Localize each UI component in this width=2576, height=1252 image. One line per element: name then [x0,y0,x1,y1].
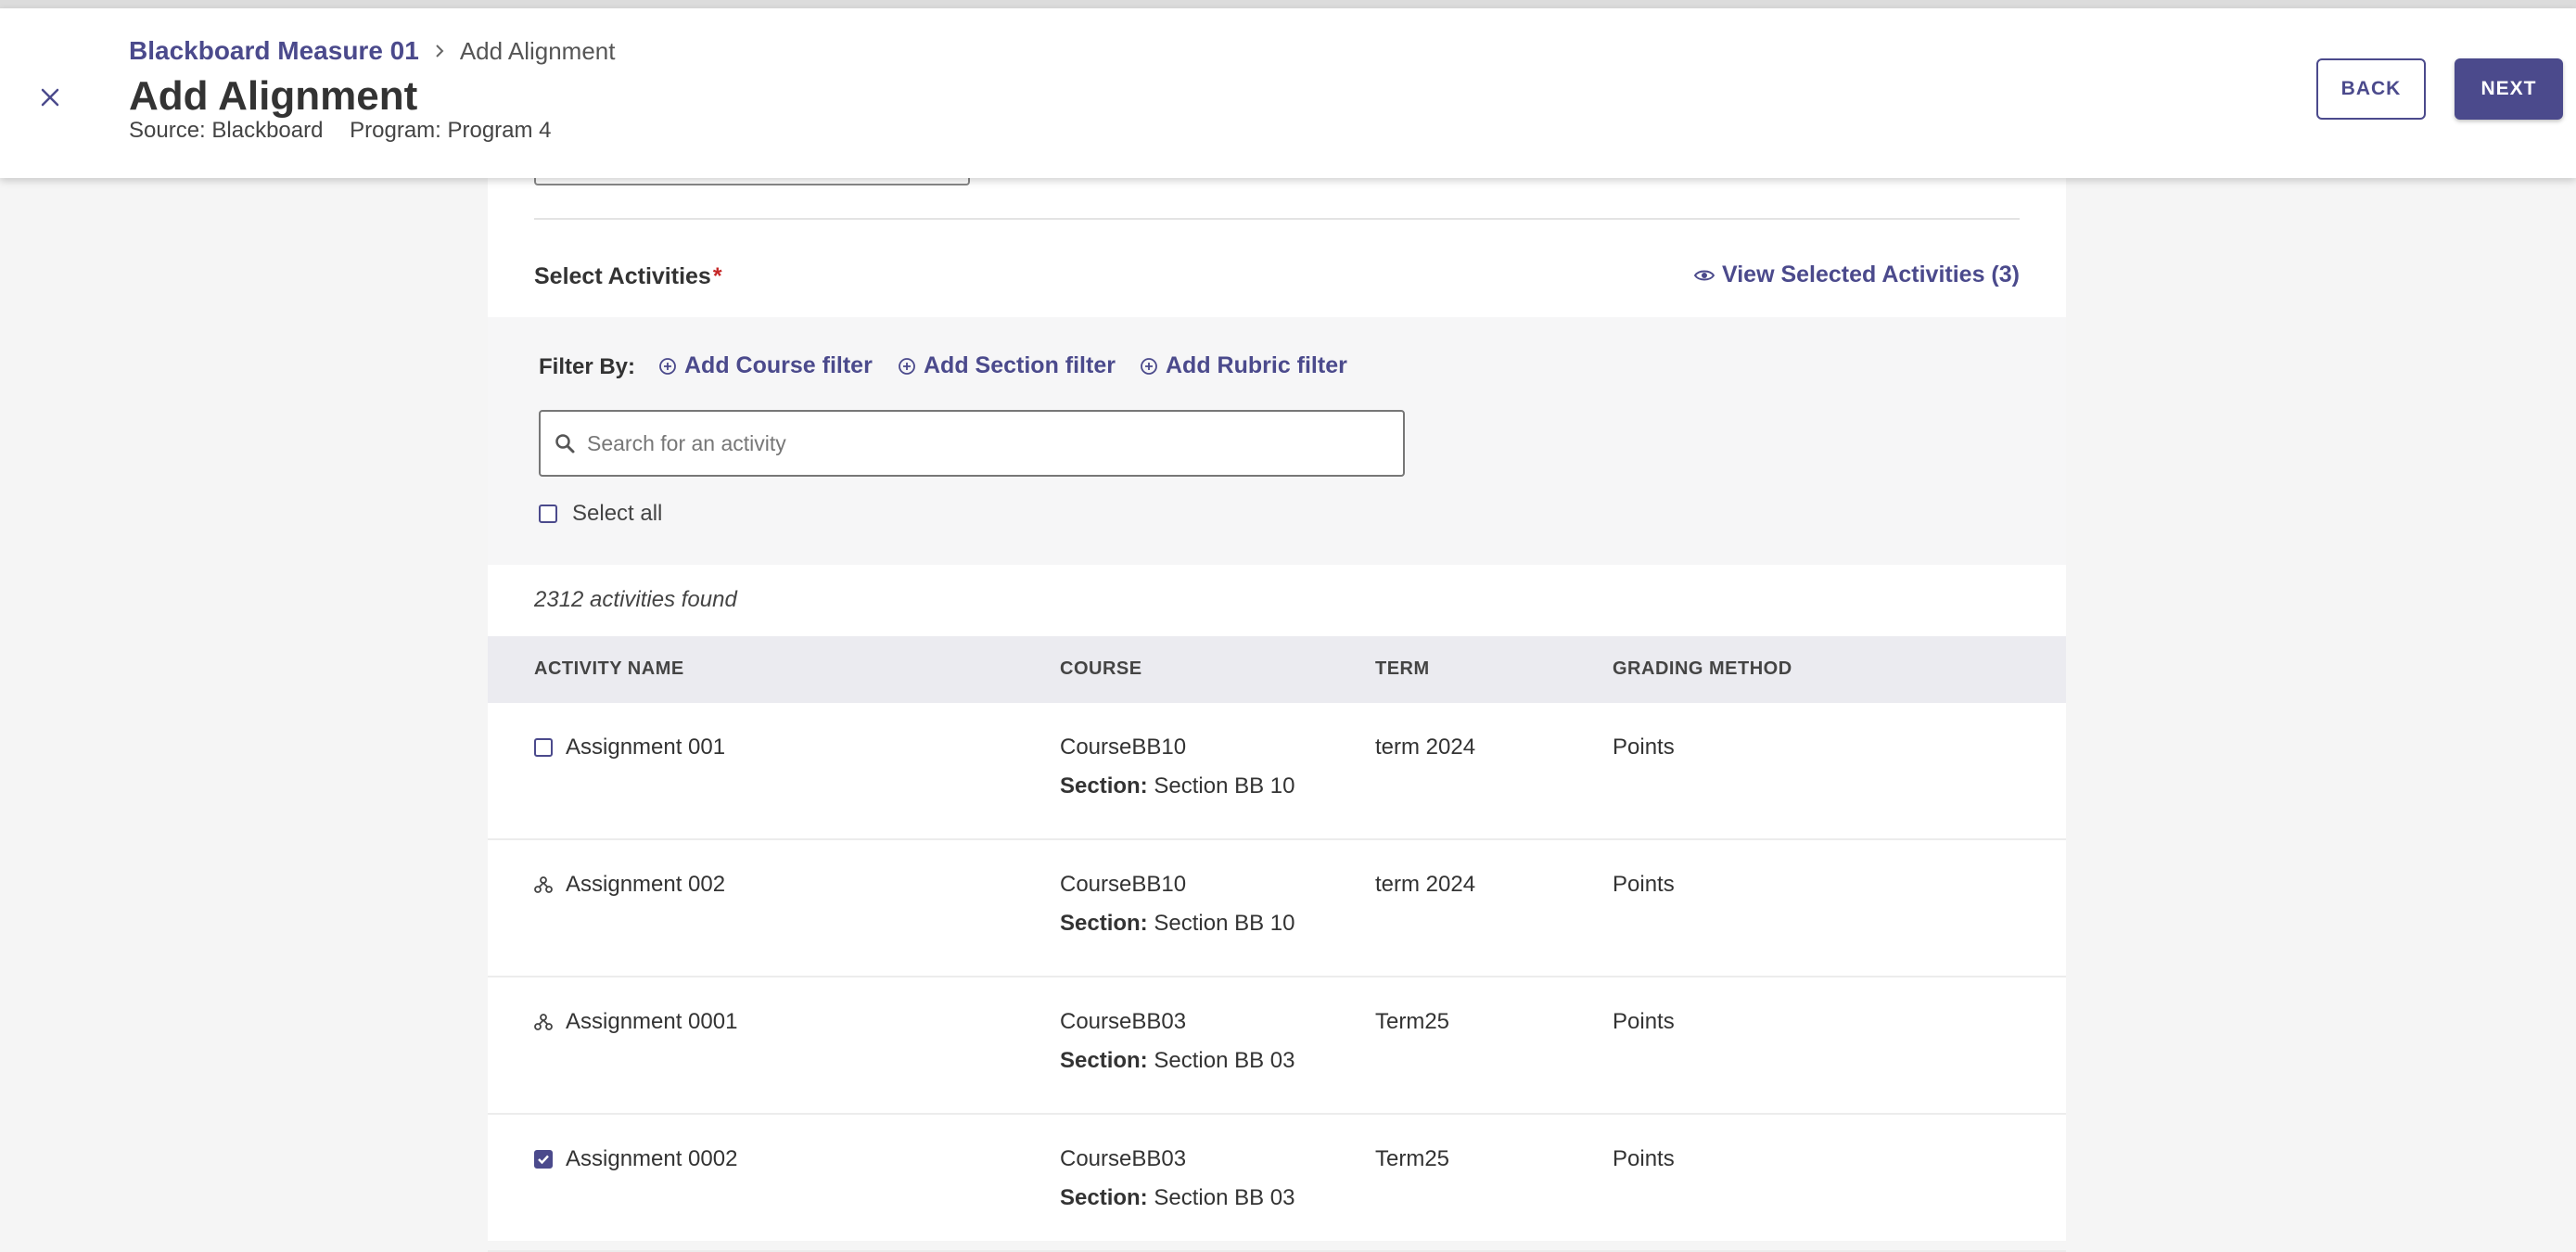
view-selected-label: View Selected Activities (3) [1722,262,2020,287]
table-row[interactable]: Assignment 001 CourseBB10 Section: Secti… [488,703,2066,840]
add-section-filter-label: Add Section filter [924,352,1116,378]
table-row[interactable]: Assignment 0002 CourseBB03 Section: Sect… [488,1115,2066,1252]
header-bar: Blackboard Measure 01 Add Alignment Add … [0,8,2576,178]
grading-method: Points [1613,1009,1675,1034]
section-name: Section BB 03 [1154,1185,1295,1210]
divider [534,218,2020,220]
section-name: Section BB 10 [1154,911,1295,936]
activity-name: Assignment 002 [566,872,726,897]
hierarchy-icon [534,875,553,894]
activity-name: Assignment 0001 [566,1009,738,1034]
activity-name: Assignment 001 [566,735,726,760]
search-input[interactable] [585,429,1403,457]
activity-cell: Assignment 0002 [534,1146,737,1172]
section-prefix: Section: [1060,911,1148,936]
section-prefix: Section: [1060,1048,1148,1073]
add-course-filter-link[interactable]: Add Course filter [658,352,873,379]
term-value: term 2024 [1375,735,1476,760]
add-course-filter-label: Add Course filter [684,352,873,378]
page-title: Add Alignment [129,73,418,119]
chevron-right-icon [434,44,445,58]
row-checkbox[interactable] [534,1150,553,1169]
term-value: Term25 [1375,1009,1450,1034]
add-rubric-filter-label: Add Rubric filter [1166,352,1347,378]
source-text: Source: Blackboard [129,118,324,143]
course-name: CourseBB03 [1060,1009,1187,1034]
add-rubric-filter-link[interactable]: Add Rubric filter [1140,352,1347,379]
page-meta: Source: Blackboard Program: Program 4 [129,118,552,144]
breadcrumb-current: Add Alignment [459,36,616,65]
next-button[interactable]: NEXT [2455,58,2563,120]
select-activities-label: Select Activities* [534,263,722,290]
section-line: Section: Section BB 03 [1060,1048,1294,1074]
table-row[interactable]: Assignment 0001 CourseBB03 Section: Sect… [488,977,2066,1115]
column-header-course: COURSE [1060,658,1142,679]
grading-method: Points [1613,735,1675,760]
term-value: Term25 [1375,1146,1450,1171]
row-checkbox[interactable] [534,738,553,757]
close-icon [41,88,59,107]
activity-cell: Assignment 0001 [534,1009,737,1035]
add-circle-icon [1141,357,1157,375]
column-header-term: TERM [1375,658,1430,679]
select-all-label: Select all [572,501,663,526]
column-header-grading: GRADING METHOD [1613,658,1792,679]
results-count: 2312 activities found [534,587,737,612]
course-name: CourseBB10 [1060,735,1187,760]
course-name: CourseBB10 [1060,872,1187,897]
section-line: Section: Section BB 10 [1060,773,1294,799]
content-panel: Select Activities* View Selected Activit… [488,139,2066,1252]
check-icon [538,1155,549,1165]
back-button[interactable]: BACK [2316,58,2426,120]
section-prefix: Section: [1060,773,1148,798]
course-name: CourseBB03 [1060,1146,1187,1171]
view-selected-activities-link[interactable]: View Selected Activities (3) [1694,262,2020,288]
grading-method: Points [1613,1146,1675,1171]
section-line: Section: Section BB 03 [1060,1185,1294,1211]
program-text: Program: Program 4 [350,118,552,143]
search-box [539,410,1405,477]
table-header: ACTIVITY NAME COURSE TERM GRADING METHOD [488,636,2066,703]
required-mark: * [712,263,722,289]
grading-method: Points [1613,872,1675,897]
filter-by-label: Filter By: [539,354,636,379]
select-all-row[interactable]: Select all [539,501,662,527]
add-circle-icon [899,357,915,375]
select-activities-text: Select Activities [534,263,711,289]
top-strip [0,0,2576,8]
breadcrumb: Blackboard Measure 01 Add Alignment [129,36,615,66]
activity-cell: Assignment 001 [534,735,725,760]
hierarchy-icon [534,1013,553,1031]
activity-name: Assignment 0002 [566,1146,738,1171]
section-name: Section BB 03 [1154,1048,1295,1073]
select-all-checkbox[interactable] [539,505,557,523]
table-row[interactable]: Assignment 002 CourseBB10 Section: Secti… [488,840,2066,977]
close-button[interactable] [33,81,67,114]
section-name: Section BB 10 [1154,773,1295,798]
breadcrumb-link[interactable]: Blackboard Measure 01 [129,36,419,66]
section-prefix: Section: [1060,1185,1148,1210]
term-value: term 2024 [1375,872,1476,897]
add-circle-icon [659,357,676,375]
filter-area: Filter By: Add Course filter Add Section… [488,317,2066,565]
search-icon [555,434,575,454]
column-header-activity: ACTIVITY NAME [534,658,684,679]
section-line: Section: Section BB 10 [1060,911,1294,937]
add-section-filter-link[interactable]: Add Section filter [898,352,1116,379]
activity-cell: Assignment 002 [534,872,725,898]
eye-icon [1694,270,1715,280]
